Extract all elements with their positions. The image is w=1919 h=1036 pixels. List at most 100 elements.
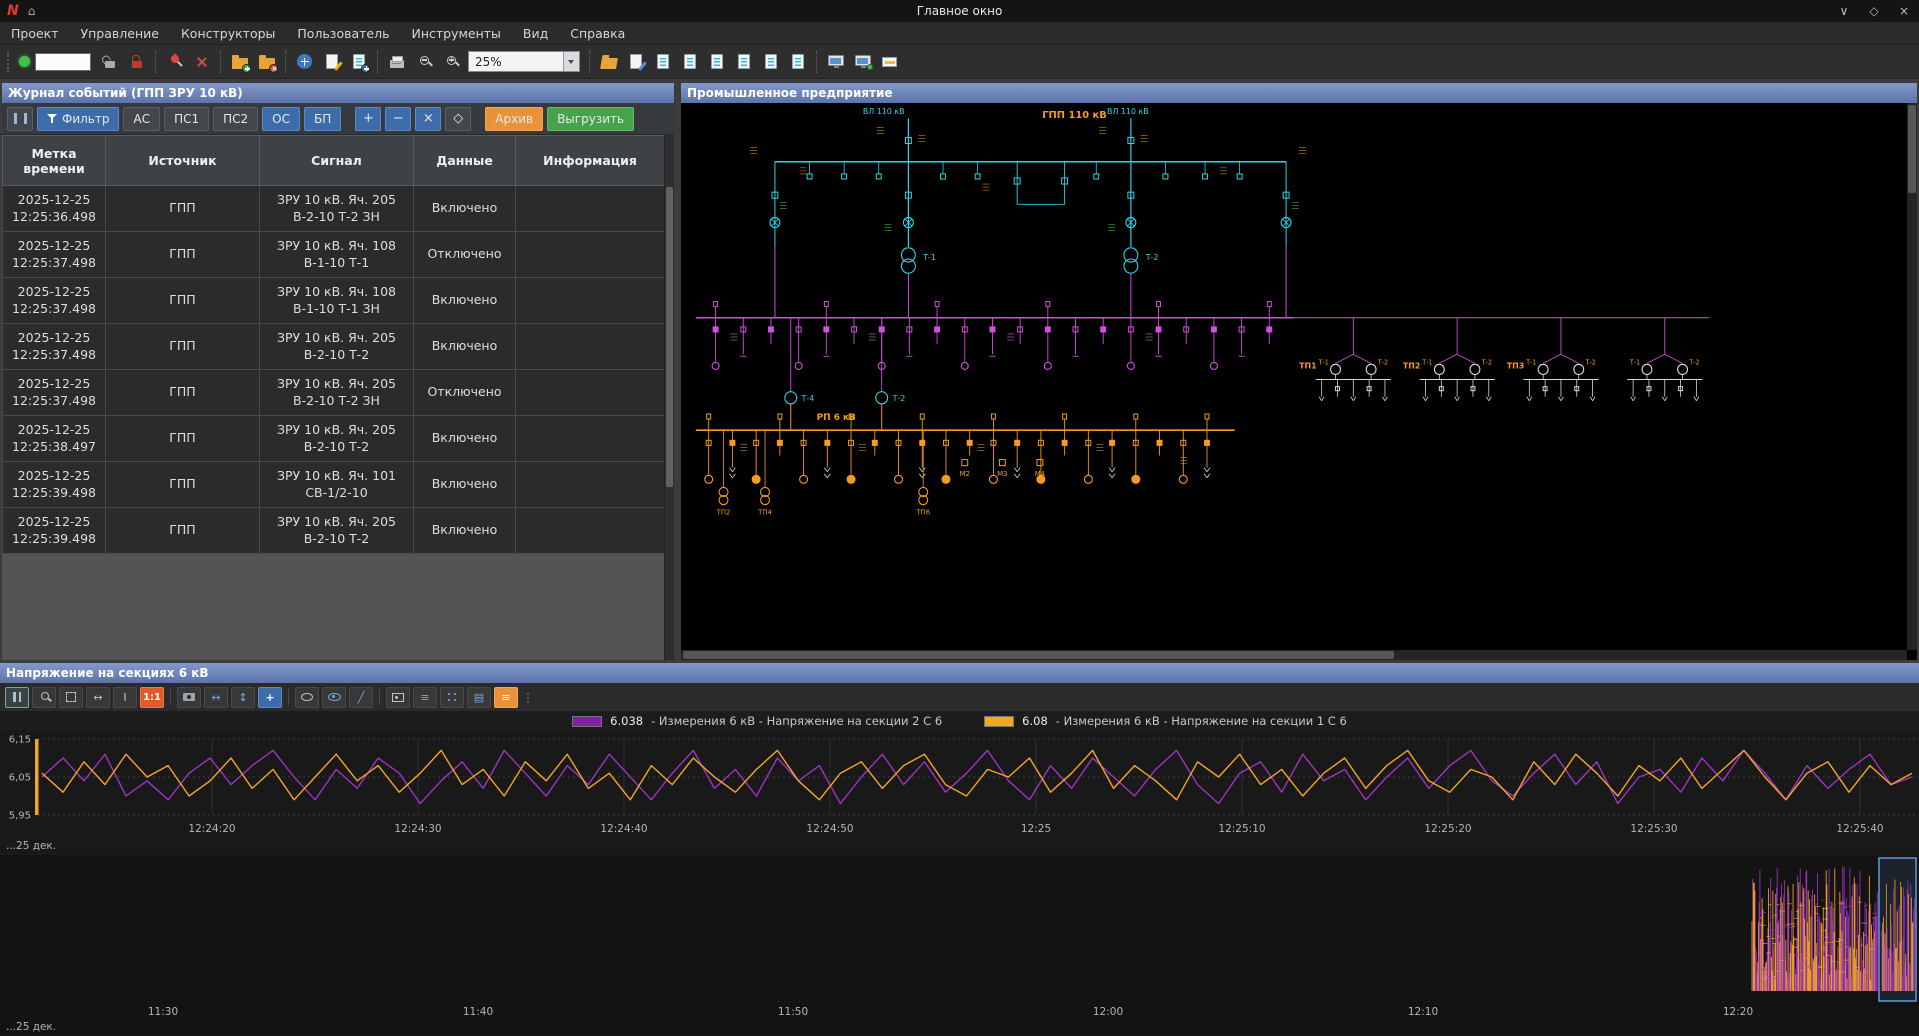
cell-signal: ЗРУ 10 кВ. Яч. 108 В-1-10 Т-1 — [260, 232, 414, 278]
menu-item-7[interactable]: Справка — [559, 22, 636, 44]
combo-arrow-icon[interactable] — [563, 52, 579, 71]
table-row[interactable]: 2025-12-25 12:25:37.498ГППЗРУ 10 кВ. Яч.… — [3, 232, 665, 278]
pause-icon — [24, 113, 27, 124]
remove-row-button[interactable]: − — [385, 107, 411, 131]
table-row[interactable]: 2025-12-25 12:25:36.498ГППЗРУ 10 кВ. Яч.… — [3, 186, 665, 232]
zoom-select[interactable]: 25% — [468, 51, 580, 72]
table-row[interactable]: 2025-12-25 12:25:38.497ГППЗРУ 10 кВ. Яч.… — [3, 416, 665, 462]
open-project-button[interactable] — [595, 48, 622, 75]
svg-text:Т-4: Т-4 — [801, 394, 815, 403]
trend-pan-vertical-button[interactable]: ↕ — [231, 687, 255, 708]
pin-button[interactable] — [161, 48, 188, 75]
trend-chart[interactable]: 6,156,055,9512:24:2012:24:3012:24:4012:2… — [0, 731, 1919, 839]
minimize-button[interactable]: ∨ — [1829, 0, 1859, 22]
add-element-button[interactable] — [291, 48, 318, 75]
scrollbar-thumb[interactable] — [1908, 105, 1916, 193]
zoom-out-button[interactable] — [410, 48, 437, 75]
trend-grid-button[interactable] — [440, 687, 464, 708]
maximize-button[interactable]: ◇ — [1859, 0, 1889, 22]
archive-button[interactable]: Архив — [485, 107, 543, 131]
column-header[interactable]: Данные — [414, 136, 516, 186]
filter-button[interactable]: Фильтр — [37, 107, 119, 131]
pause-icon — [14, 113, 17, 124]
trend-table-button[interactable]: ▤ — [467, 687, 491, 708]
folder-add-button[interactable] — [226, 48, 253, 75]
timeline-tick: 12:00 — [1093, 1006, 1123, 1018]
menu-item-3[interactable]: Конструкторы — [170, 22, 286, 44]
trend-drag-handle[interactable]: ⋮ — [521, 687, 535, 708]
trend-ellipse-button[interactable] — [295, 687, 319, 708]
menu-item-2[interactable]: Управление — [70, 22, 170, 44]
table-row[interactable]: 2025-12-25 12:25:39.498ГППЗРУ 10 кВ. Яч.… — [3, 508, 665, 554]
trend-visibility-button[interactable] — [322, 687, 346, 708]
trend-pan-horizontal-button[interactable]: ↔ — [204, 687, 228, 708]
overview-waveform[interactable] — [0, 855, 1919, 1005]
cell-info — [516, 278, 665, 324]
trend-image-button[interactable] — [386, 687, 410, 708]
pause-log-button[interactable] — [7, 107, 33, 131]
marker-button[interactable]: ◇ — [445, 107, 471, 131]
menu-item-1[interactable]: Проект — [0, 22, 70, 44]
unlock-button[interactable] — [96, 48, 123, 75]
panel-button[interactable] — [876, 48, 903, 75]
filter-ps1-button[interactable]: ПС1 — [164, 107, 209, 131]
menu-item-5[interactable]: Инструменты — [400, 22, 511, 44]
filter-bp-button[interactable]: БП — [304, 107, 341, 131]
trend-overview[interactable] — [0, 855, 1919, 1005]
report-button-6[interactable] — [784, 48, 811, 75]
schematic-hscrollbar[interactable] — [681, 650, 1907, 660]
column-header[interactable]: Сигнал — [260, 136, 414, 186]
filter-ps2-button[interactable]: ПС2 — [213, 107, 258, 131]
trend-alarm-button[interactable]: ≡ — [494, 687, 518, 708]
print-button[interactable] — [383, 48, 410, 75]
add-circle-icon — [297, 54, 312, 69]
trend-fit-width-button[interactable]: ↔ — [86, 687, 110, 708]
close-button[interactable]: × — [1889, 0, 1919, 22]
trend-pause-button[interactable] — [5, 687, 29, 708]
delete-marker-button[interactable] — [188, 48, 215, 75]
scrollbar-thumb[interactable] — [683, 651, 1394, 659]
copy-element-button[interactable] — [345, 48, 372, 75]
table-row[interactable]: 2025-12-25 12:25:37.498ГППЗРУ 10 кВ. Яч.… — [3, 370, 665, 416]
trend-zoom-button[interactable] — [32, 687, 56, 708]
trend-list-button[interactable]: ≡ — [413, 687, 437, 708]
clear-log-button[interactable]: × — [415, 107, 441, 131]
column-header[interactable]: Источник — [106, 136, 260, 186]
trend-move-button[interactable]: + — [258, 687, 282, 708]
menu-item-4[interactable]: Пользователь — [286, 22, 400, 44]
schematic-canvas[interactable]: ВЛ 110 кВВЛ 110 кВГПП 110 кВТ-1Т-2Т-4Т-2… — [681, 103, 1917, 660]
zoom-in-button[interactable] — [437, 48, 464, 75]
report-button-5[interactable] — [757, 48, 784, 75]
scrollbar-thumb[interactable] — [666, 187, 673, 487]
report-button-1[interactable] — [649, 48, 676, 75]
filter-os-button[interactable]: ОС — [262, 107, 300, 131]
column-header[interactable]: Метка времени — [3, 136, 106, 186]
report-button-2[interactable] — [676, 48, 703, 75]
folder-remove-button[interactable] — [253, 48, 280, 75]
trend-one-to-one-button[interactable]: 1:1 — [140, 687, 164, 708]
trend-fit-button[interactable] — [59, 687, 83, 708]
export-button[interactable]: Выгрузить — [547, 107, 634, 131]
display-button[interactable] — [822, 48, 849, 75]
trend-draw-line-button[interactable]: ╱ — [349, 687, 373, 708]
report-button-3[interactable] — [703, 48, 730, 75]
status-field[interactable] — [35, 53, 91, 71]
toolbar-handle[interactable] — [7, 52, 10, 72]
schematic-vscrollbar[interactable] — [1907, 103, 1917, 650]
trend-snapshot-button[interactable] — [177, 687, 201, 708]
report-button-4[interactable] — [730, 48, 757, 75]
table-row[interactable]: 2025-12-25 12:25:39.498ГППЗРУ 10 кВ. Яч.… — [3, 462, 665, 508]
one-line-diagram[interactable]: ВЛ 110 кВВЛ 110 кВГПП 110 кВТ-1Т-2Т-4Т-2… — [681, 103, 1907, 650]
event-table-scrollbar[interactable] — [664, 135, 674, 660]
table-row[interactable]: 2025-12-25 12:25:37.498ГППЗРУ 10 кВ. Яч.… — [3, 278, 665, 324]
trend-cursor-button[interactable]: I — [113, 687, 137, 708]
edit-doc-button[interactable] — [622, 48, 649, 75]
column-header[interactable]: Информация — [516, 136, 665, 186]
display-live-button[interactable] — [849, 48, 876, 75]
filter-as-button[interactable]: АС — [123, 107, 160, 131]
lock-button[interactable] — [123, 48, 150, 75]
edit-element-button[interactable] — [318, 48, 345, 75]
add-row-button[interactable]: + — [355, 107, 381, 131]
menu-item-6[interactable]: Вид — [512, 22, 559, 44]
table-row[interactable]: 2025-12-25 12:25:37.498ГППЗРУ 10 кВ. Яч.… — [3, 324, 665, 370]
